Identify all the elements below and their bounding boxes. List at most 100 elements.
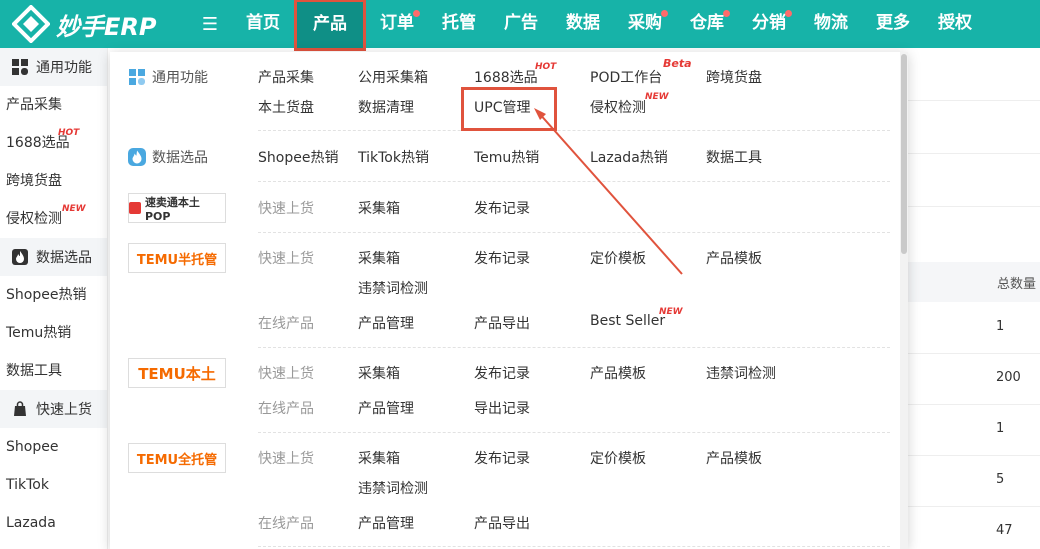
link-tiktok-hot[interactable]: TikTok热销	[358, 147, 429, 167]
link-data-cleanup[interactable]: 数据清理	[358, 97, 414, 117]
logo[interactable]: 妙手ERP	[12, 5, 182, 43]
hot-tag: HOT	[535, 62, 557, 72]
link-product-collect[interactable]: 产品采集	[258, 67, 314, 87]
sidebar-section-general[interactable]: 通用功能	[0, 48, 107, 86]
link-product-template[interactable]: 产品模板	[706, 448, 762, 468]
divider	[908, 153, 1040, 154]
beta-tag: Beta	[663, 57, 692, 70]
link-lazada-hot[interactable]: Lazada热销	[590, 147, 668, 167]
sidebar-item-tiktok[interactable]: TikTok	[0, 466, 107, 504]
link-online-products[interactable]: 在线产品	[258, 513, 314, 533]
link-banned-words-check[interactable]: 违禁词检测	[706, 363, 776, 383]
table-row[interactable]: 1	[908, 303, 1040, 354]
link-product-management[interactable]: 产品管理	[358, 398, 414, 418]
flame-icon	[12, 249, 28, 265]
link-publish-records[interactable]: 发布记录	[474, 248, 530, 268]
sidebar-item-1688[interactable]: 1688选品 HOT	[0, 124, 107, 162]
new-tag: NEW	[62, 204, 86, 214]
nav-purchase[interactable]: 采购	[614, 0, 676, 48]
table-row[interactable]: 47	[908, 507, 1040, 549]
scroll-thumb[interactable]	[901, 54, 907, 254]
link-infringement-check[interactable]: 侵权检测	[590, 97, 646, 117]
link-quick-upload[interactable]: 快速上货	[258, 448, 314, 468]
link-product-management[interactable]: 产品管理	[358, 313, 414, 333]
nav-orders[interactable]: 订单	[366, 0, 428, 48]
link-publish-records[interactable]: 发布记录	[474, 198, 530, 218]
sidebar-section-quick-upload[interactable]: 快速上货	[0, 390, 107, 428]
main-nav: 首页 产品 订单 托管 广告 数据 采购 仓库 分销 物流 更多 授权	[232, 0, 986, 51]
bag-icon	[12, 401, 28, 417]
table-row[interactable]: 200	[908, 354, 1040, 405]
nav-home[interactable]: 首页	[232, 0, 294, 48]
link-quick-upload[interactable]: 快速上货	[258, 363, 314, 383]
link-local-supply[interactable]: 本土货盘	[258, 97, 314, 117]
sidebar-item-collect[interactable]: 产品采集	[0, 86, 107, 124]
link-product-template[interactable]: 产品模板	[590, 363, 646, 383]
link-temu-hot[interactable]: Temu热销	[474, 147, 539, 167]
scrollbar[interactable]	[900, 52, 908, 549]
brand-temu-local: TEMU本土	[128, 358, 226, 388]
hamburger-icon[interactable]: ☰	[198, 14, 222, 35]
sidebar: 通用功能 产品采集 1688选品 HOT 跨境货盘 侵权检测 NEW 数据选品 Sh…	[0, 48, 108, 549]
background-table: 总数量 1 200 1 5 47	[908, 48, 1040, 549]
link-product-export[interactable]: 产品导出	[474, 513, 530, 533]
divider	[258, 432, 890, 433]
link-collect-box[interactable]: 采集箱	[358, 363, 400, 383]
link-pricing-template[interactable]: 定价模板	[590, 248, 646, 268]
sidebar-item-infringement[interactable]: 侵权检测 NEW	[0, 200, 107, 238]
link-best-seller[interactable]: Best Seller	[590, 313, 665, 329]
hot-tag: HOT	[58, 128, 80, 138]
link-1688-selection[interactable]: 1688选品	[474, 67, 538, 87]
link-quick-upload[interactable]: 快速上货	[258, 248, 314, 268]
table-row[interactable]: 5	[908, 456, 1040, 507]
link-publish-records[interactable]: 发布记录	[474, 448, 530, 468]
link-export-records[interactable]: 导出记录	[474, 398, 530, 418]
link-quick-upload[interactable]: 快速上货	[258, 198, 314, 218]
link-public-collect-box[interactable]: 公用采集箱	[358, 67, 428, 87]
link-online-products[interactable]: 在线产品	[258, 398, 314, 418]
nav-logistics[interactable]: 物流	[800, 0, 862, 48]
divider	[258, 347, 890, 348]
divider	[908, 206, 1040, 207]
sidebar-item-shopee-hot[interactable]: Shopee热销	[0, 276, 107, 314]
nav-product[interactable]: 产品	[294, 0, 366, 51]
nav-authorize[interactable]: 授权	[924, 0, 986, 48]
sidebar-item-shopee[interactable]: Shopee	[0, 428, 107, 466]
logo-icon	[12, 5, 50, 43]
category-general: 通用功能	[128, 67, 208, 87]
link-banned-words-check[interactable]: 违禁词检测	[358, 278, 428, 298]
table-row[interactable]: 1	[908, 405, 1040, 456]
link-product-management[interactable]: 产品管理	[358, 513, 414, 533]
link-online-products[interactable]: 在线产品	[258, 313, 314, 333]
divider	[258, 181, 890, 182]
link-publish-records[interactable]: 发布记录	[474, 363, 530, 383]
link-banned-words-check[interactable]: 违禁词检测	[358, 478, 428, 498]
link-collect-box[interactable]: 采集箱	[358, 248, 400, 268]
sidebar-item-data-tools[interactable]: 数据工具	[0, 352, 107, 390]
brand-label: 速卖通本土POP	[144, 195, 200, 223]
brand-label: TEMU全托管	[136, 452, 218, 468]
nav-ads[interactable]: 广告	[490, 0, 552, 48]
link-collect-box[interactable]: 采集箱	[358, 198, 400, 218]
sidebar-item-crossborder[interactable]: 跨境货盘	[0, 162, 107, 200]
sidebar-item-lazada[interactable]: Lazada	[0, 504, 107, 542]
link-product-export[interactable]: 产品导出	[474, 313, 530, 333]
sidebar-section-data[interactable]: 数据选品	[0, 238, 107, 276]
nav-distribution[interactable]: 分销	[738, 0, 800, 48]
link-shopee-hot[interactable]: Shopee热销	[258, 147, 338, 167]
sidebar-section-label: 数据选品	[36, 250, 92, 266]
notification-dot	[661, 10, 668, 17]
link-crossborder-supply[interactable]: 跨境货盘	[706, 67, 762, 87]
nav-data[interactable]: 数据	[552, 0, 614, 48]
brand-aliexpress-pop: 速卖通本土POP	[128, 193, 226, 223]
link-pricing-template[interactable]: 定价模板	[590, 448, 646, 468]
link-collect-box[interactable]: 采集箱	[358, 448, 400, 468]
cell-total: 1	[996, 319, 1005, 334]
sidebar-item-temu-hot[interactable]: Temu热销	[0, 314, 107, 352]
link-pod-workbench[interactable]: POD工作台	[590, 67, 662, 87]
nav-warehouse[interactable]: 仓库	[676, 0, 738, 48]
link-data-tools[interactable]: 数据工具	[706, 147, 762, 167]
link-product-template[interactable]: 产品模板	[706, 248, 762, 268]
nav-hosting[interactable]: 托管	[428, 0, 490, 48]
nav-more[interactable]: 更多	[862, 0, 924, 48]
